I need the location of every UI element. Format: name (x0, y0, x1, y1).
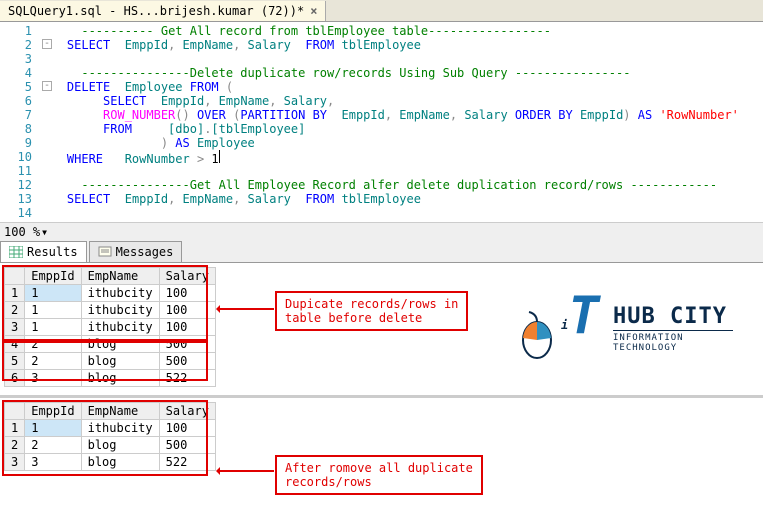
arrow-icon (218, 470, 274, 472)
line-number: 14 (0, 206, 38, 220)
tab-bar: SQLQuery1.sql - HS...brijesh.kumar (72))… (0, 0, 763, 22)
tab-label: Results (27, 245, 78, 259)
messages-icon (98, 246, 112, 258)
line-number: 11 (0, 164, 38, 178)
mouse-icon (517, 310, 557, 360)
annotation-callout: After romove all duplicaterecords/rows (275, 455, 483, 495)
table-row[interactable]: 31ithubcity100 (5, 319, 216, 336)
table[interactable]: EmppIdEmpNameSalary 11ithubcity100 22blo… (4, 402, 216, 471)
line-number: 12 (0, 178, 38, 192)
line-number: 3 (0, 52, 38, 66)
tab-title: SQLQuery1.sql - HS...brijesh.kumar (72))… (8, 4, 304, 18)
sql-editor[interactable]: - - 1 ---------- Get All record from tbl… (0, 22, 763, 222)
header-row: EmppIdEmpNameSalary (5, 403, 216, 420)
close-icon[interactable]: × (310, 4, 317, 18)
line-number: 4 (0, 66, 38, 80)
annotation-callout: Dupicate records/rows intable before del… (275, 291, 468, 331)
table-row[interactable]: 42blog500 (5, 336, 216, 353)
table-row[interactable]: 52blog500 (5, 353, 216, 370)
fold-icon[interactable]: - (42, 39, 52, 49)
file-tab[interactable]: SQLQuery1.sql - HS...brijesh.kumar (72))… (0, 1, 326, 21)
fold-icon[interactable]: - (42, 81, 52, 91)
logo: iT HUB CITY INFORMATION TECHNOLOGY (503, 272, 733, 392)
table-row[interactable]: 21ithubcity100 (5, 302, 216, 319)
table-row[interactable]: 22blog500 (5, 437, 216, 454)
line-number: 10 (0, 150, 38, 164)
line-number: 6 (0, 94, 38, 108)
table-row[interactable]: 63blog522 (5, 370, 216, 387)
results-tab-bar: Results Messages (0, 241, 763, 263)
tab-results[interactable]: Results (0, 241, 87, 262)
table-row[interactable]: 11ithubcity100 (5, 285, 216, 302)
table-row[interactable]: 11ithubcity100 (5, 420, 216, 437)
tab-label: Messages (116, 245, 174, 259)
cursor (219, 150, 220, 163)
arrow-icon (218, 308, 274, 310)
line-number: 9 (0, 136, 38, 150)
tab-messages[interactable]: Messages (89, 241, 183, 262)
line-number: 5 (0, 80, 38, 94)
grid-icon (9, 246, 23, 258)
line-number: 13 (0, 192, 38, 206)
table[interactable]: EmppIdEmpNameSalary 11ithubcity100 21ith… (4, 267, 216, 387)
line-number: 8 (0, 122, 38, 136)
zoom-selector[interactable]: 100 %▼ (0, 222, 763, 241)
line-number: 7 (0, 108, 38, 122)
line-number: 1 (0, 24, 38, 38)
header-row: EmppIdEmpNameSalary (5, 268, 216, 285)
line-number: 2 (0, 38, 38, 52)
table-row[interactable]: 33blog522 (5, 454, 216, 471)
